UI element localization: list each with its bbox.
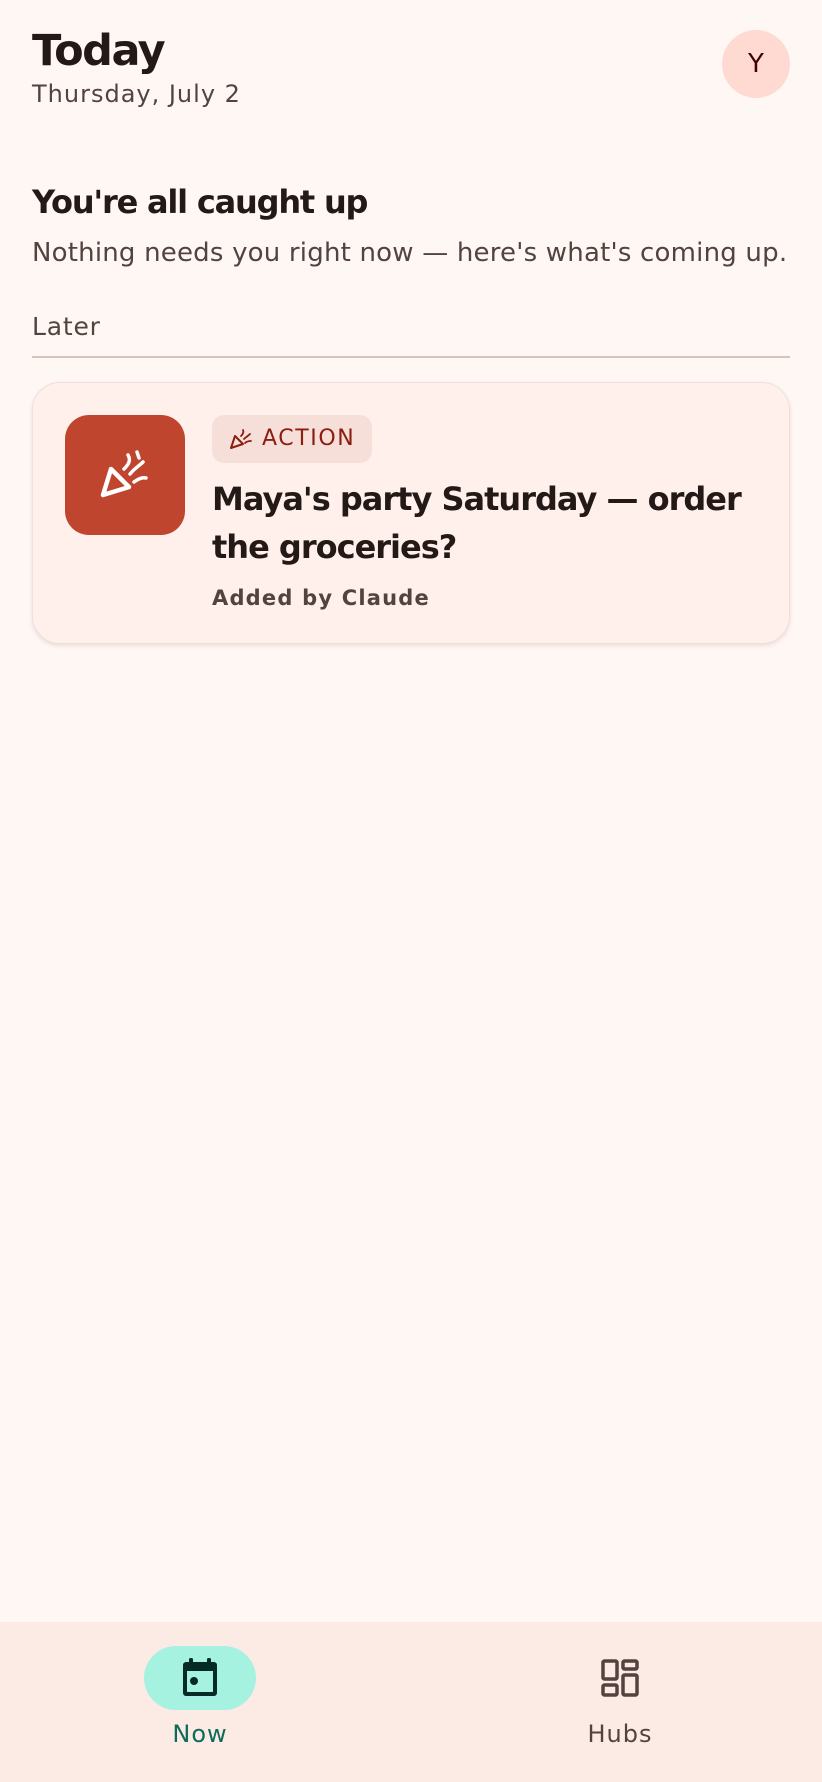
- action-chip: ACTION: [212, 415, 373, 463]
- calendar-today-icon: [183, 1658, 217, 1696]
- party-popper-icon: [100, 450, 148, 498]
- nav-label-now: Now: [172, 1720, 228, 1748]
- card-title: Maya's party Saturday — order the grocer…: [212, 480, 742, 566]
- card-icon-tile: [65, 415, 185, 535]
- page-title: Today: [32, 26, 166, 76]
- nav-active-indicator: [144, 1646, 256, 1710]
- page-date: Thursday, July 2: [32, 80, 241, 108]
- status-title: You're all caught up: [32, 183, 368, 221]
- dashboard-grid-icon: [601, 1659, 639, 1697]
- nav-label-hubs: Hubs: [587, 1720, 653, 1748]
- section-label-later: Later: [32, 312, 101, 341]
- header: Today Thursday, July 2 Y: [32, 26, 790, 116]
- section-divider: [32, 356, 790, 358]
- nav-item-now[interactable]: Now: [100, 1646, 300, 1766]
- nav-indicator: [564, 1646, 676, 1710]
- party-popper-icon: [230, 429, 252, 449]
- status-subtitle: Nothing needs you right now — here's wha…: [32, 238, 788, 268]
- avatar[interactable]: Y: [722, 30, 790, 98]
- bottom-navigation: Now Hubs: [0, 1622, 822, 1782]
- action-card[interactable]: ACTION Maya's party Saturday — order the…: [32, 382, 790, 644]
- nav-item-hubs[interactable]: Hubs: [520, 1646, 720, 1766]
- card-meta: Added by Claude: [212, 586, 430, 610]
- chip-label: ACTION: [262, 426, 356, 451]
